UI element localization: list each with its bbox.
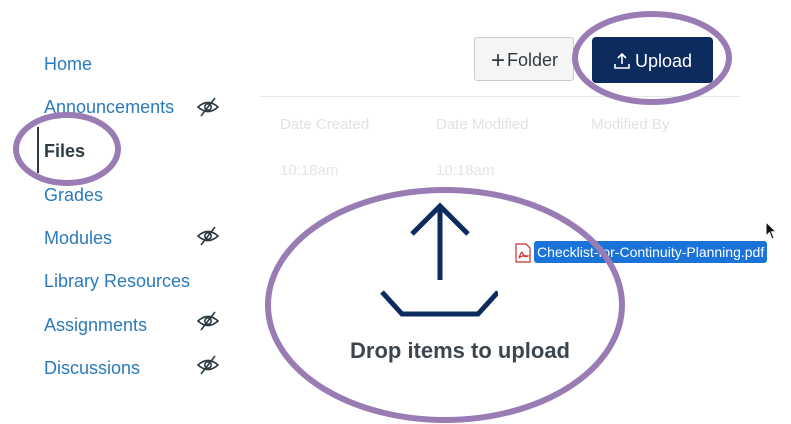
- toolbar-divider: [260, 96, 740, 97]
- add-folder-button[interactable]: + Folder: [474, 37, 574, 81]
- mouse-cursor-icon: [765, 221, 778, 240]
- column-header-date-created[interactable]: Date Created: [280, 116, 369, 133]
- course-nav-sidebar: Home Announcements Files Grades Modules …: [0, 0, 240, 424]
- drop-instructions: Drop items to upload: [350, 338, 570, 363]
- folder-button-label: Folder: [507, 50, 559, 70]
- dragged-file-name: Checklist-for-Continuity-Planning.pdf: [534, 241, 768, 263]
- upload-arrow-icon: [380, 202, 498, 317]
- upload-icon: [614, 52, 630, 69]
- upload-button[interactable]: Upload: [592, 37, 713, 83]
- eye-hidden-icon[interactable]: [196, 225, 220, 247]
- upload-button-label: Upload: [634, 51, 693, 71]
- table-cell-date-created: 10:18am: [280, 162, 339, 179]
- sidebar-item-modules[interactable]: Modules: [44, 225, 112, 251]
- pdf-icon: [515, 243, 531, 263]
- column-header-date-modified[interactable]: Date Modified: [436, 116, 529, 133]
- sidebar-item-announcements[interactable]: Announcements: [44, 94, 174, 120]
- eye-hidden-icon[interactable]: [196, 310, 220, 332]
- sidebar-item-discussions[interactable]: Discussions: [44, 355, 140, 381]
- sidebar-item-assignments[interactable]: Assignments: [44, 312, 147, 338]
- table-cell-date-modified: 10:18am: [436, 162, 495, 179]
- sidebar-item-files[interactable]: Files: [44, 138, 85, 164]
- eye-hidden-icon[interactable]: [196, 354, 220, 376]
- eye-hidden-icon[interactable]: [196, 96, 220, 118]
- active-indicator: [37, 127, 39, 173]
- column-header-modified-by[interactable]: Modified By: [591, 116, 669, 133]
- sidebar-item-home[interactable]: Home: [44, 51, 92, 77]
- sidebar-item-library-resources[interactable]: Library Resources: [44, 268, 190, 294]
- plus-icon: +: [491, 47, 506, 74]
- sidebar-item-grades[interactable]: Grades: [44, 182, 103, 208]
